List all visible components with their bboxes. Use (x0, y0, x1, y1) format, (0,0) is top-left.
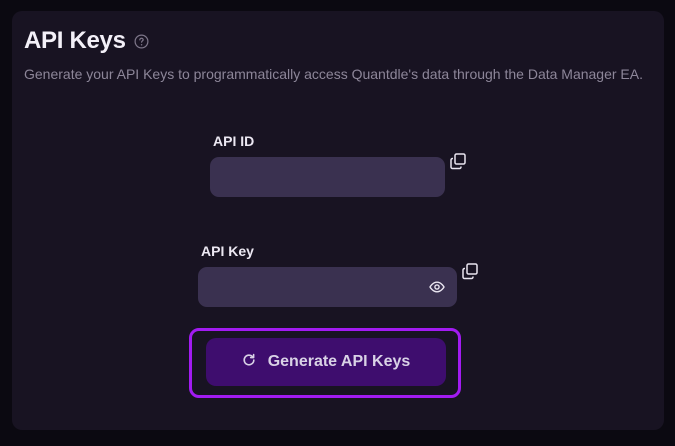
generate-api-keys-button[interactable]: Generate API Keys (206, 338, 446, 386)
refresh-icon (242, 353, 268, 372)
page-subtitle: Generate your API Keys to programmatical… (24, 66, 644, 82)
generate-button-label: Generate API Keys (267, 353, 411, 370)
copy-api-key-icon[interactable] (461, 262, 479, 280)
api-key-label: API Key (201, 243, 254, 259)
page-title: API Keys (24, 27, 126, 54)
api-id-field[interactable] (210, 157, 445, 197)
help-circle-icon[interactable] (134, 34, 149, 49)
api-key-field[interactable] (198, 267, 457, 307)
title-row: API Keys (24, 27, 149, 55)
eye-icon[interactable] (429, 279, 445, 295)
api-id-label: API ID (213, 133, 255, 149)
copy-api-id-icon[interactable] (449, 152, 467, 170)
